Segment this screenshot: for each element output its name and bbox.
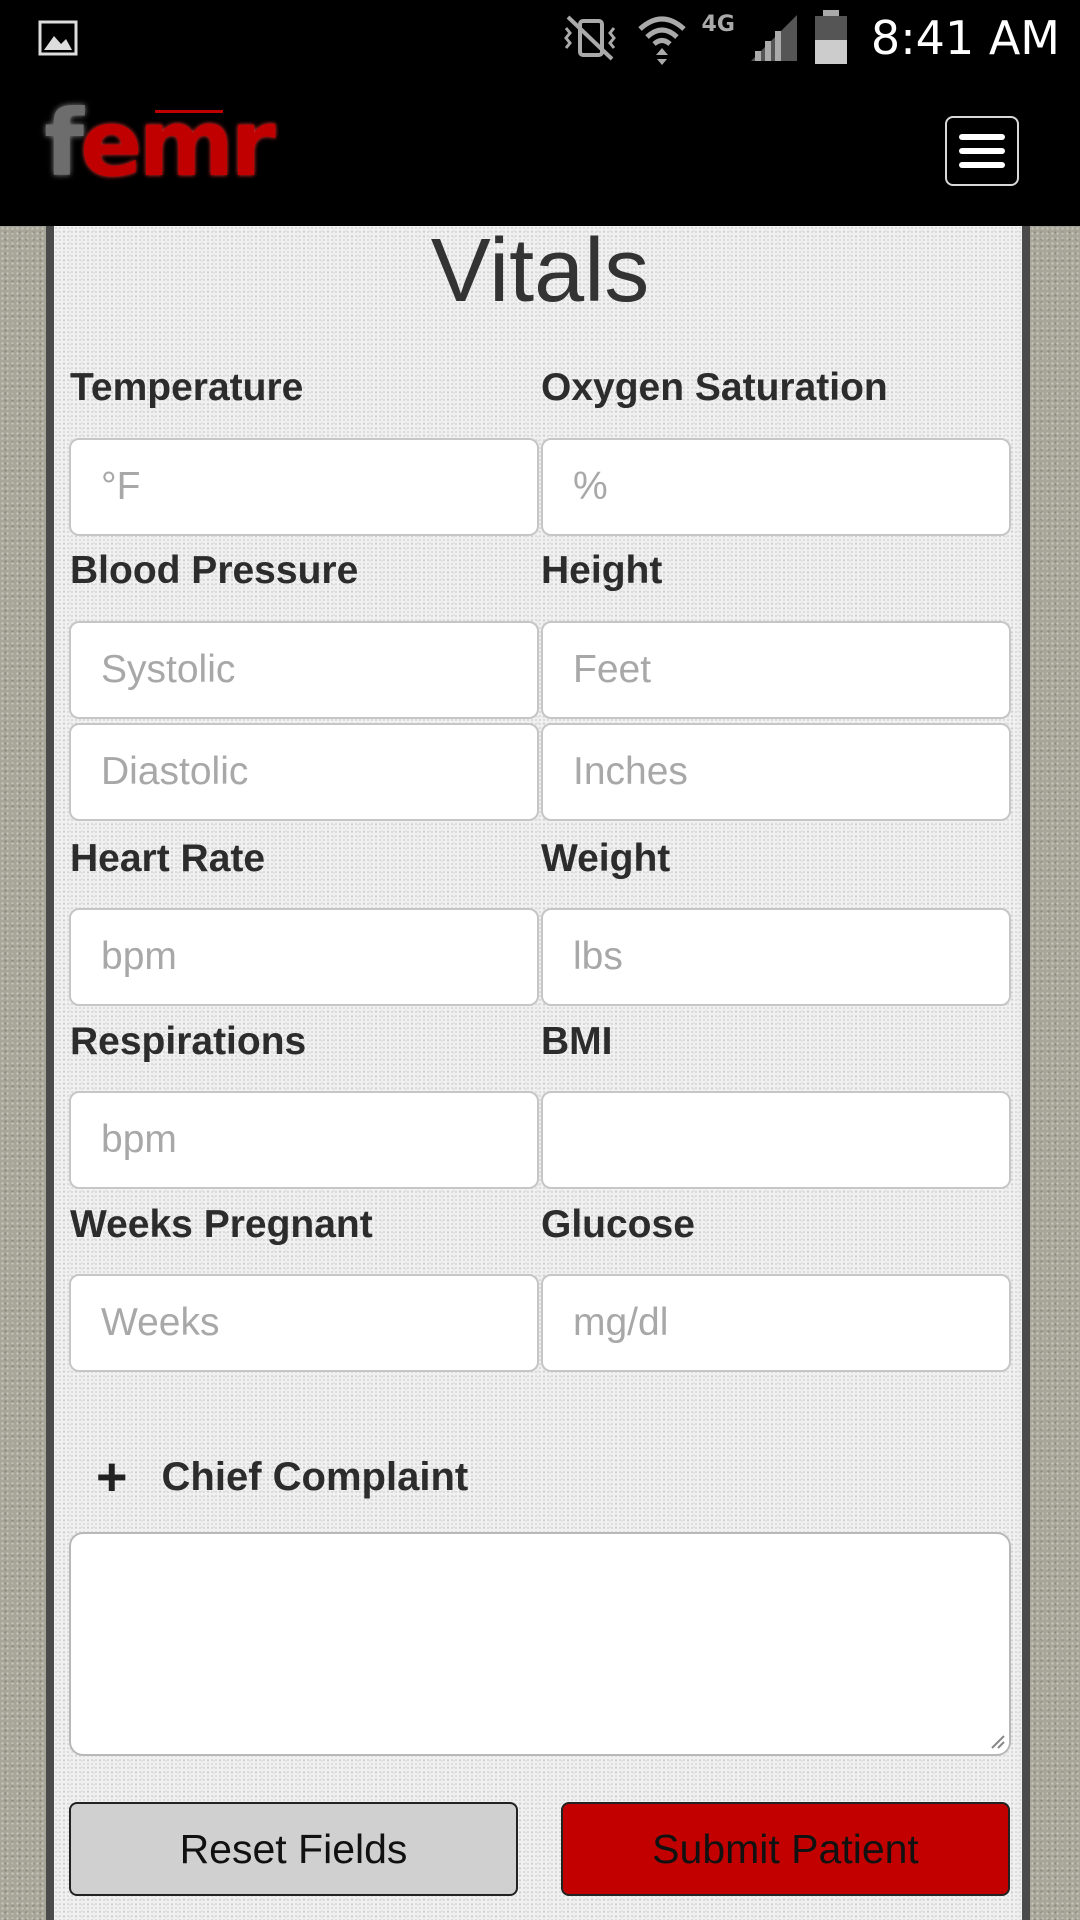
oxygen-saturation-label: Oxygen Saturation	[541, 366, 888, 409]
wifi-icon	[637, 16, 686, 65]
hamburger-icon-line	[959, 162, 1005, 168]
app-header: femr	[0, 76, 1080, 226]
height-inches-input[interactable]	[541, 723, 1011, 821]
weight-input[interactable]	[541, 908, 1011, 1006]
heart-rate-input[interactable]	[69, 908, 539, 1006]
submit-patient-button[interactable]: Submit Patient	[561, 1802, 1010, 1896]
femr-logo[interactable]: femr	[44, 98, 276, 190]
hamburger-icon-line	[959, 148, 1005, 154]
hamburger-icon-line	[959, 134, 1005, 140]
temperature-label: Temperature	[70, 366, 304, 409]
blood-pressure-label: Blood Pressure	[70, 549, 359, 592]
weeks-pregnant-label: Weeks Pregnant	[70, 1203, 373, 1246]
vibrate-mute-icon	[563, 15, 616, 61]
status-bar: 4G 8:41 AM	[0, 0, 1080, 76]
plus-icon: +	[96, 1447, 128, 1507]
page-title: Vitals	[430, 221, 650, 321]
diastolic-input[interactable]	[69, 723, 539, 821]
bmi-input[interactable]	[541, 1091, 1011, 1189]
battery-icon	[814, 10, 847, 64]
status-time: 8:41 AM	[870, 11, 1060, 65]
weeks-pregnant-input[interactable]	[69, 1274, 539, 1372]
network-type-label: 4G	[701, 12, 735, 37]
chief-complaint-label: Chief Complaint	[161, 1454, 469, 1499]
oxygen-saturation-input[interactable]	[541, 438, 1011, 536]
respirations-label: Respirations	[70, 1020, 307, 1063]
bmi-label: BMI	[541, 1020, 613, 1063]
height-label: Height	[541, 549, 663, 592]
chief-complaint-textarea[interactable]	[69, 1532, 1011, 1756]
chief-complaint-toggle[interactable]: + Chief Complaint	[96, 1450, 468, 1504]
height-feet-input[interactable]	[541, 621, 1011, 719]
menu-button[interactable]	[945, 116, 1019, 186]
logo-f: f	[44, 90, 84, 197]
heart-rate-label: Heart Rate	[70, 837, 266, 880]
glucose-input[interactable]	[541, 1274, 1011, 1372]
weight-label: Weight	[541, 837, 671, 880]
reset-fields-button[interactable]: Reset Fields	[69, 1802, 518, 1896]
picture-notification-icon	[38, 20, 78, 56]
signal-strength-icon	[750, 15, 797, 61]
resize-grip-icon[interactable]	[990, 1734, 1006, 1750]
systolic-input[interactable]	[69, 621, 539, 719]
respirations-input[interactable]	[69, 1091, 539, 1189]
glucose-label: Glucose	[541, 1203, 695, 1246]
logo-emr: emr	[80, 90, 276, 197]
temperature-input[interactable]	[69, 438, 539, 536]
